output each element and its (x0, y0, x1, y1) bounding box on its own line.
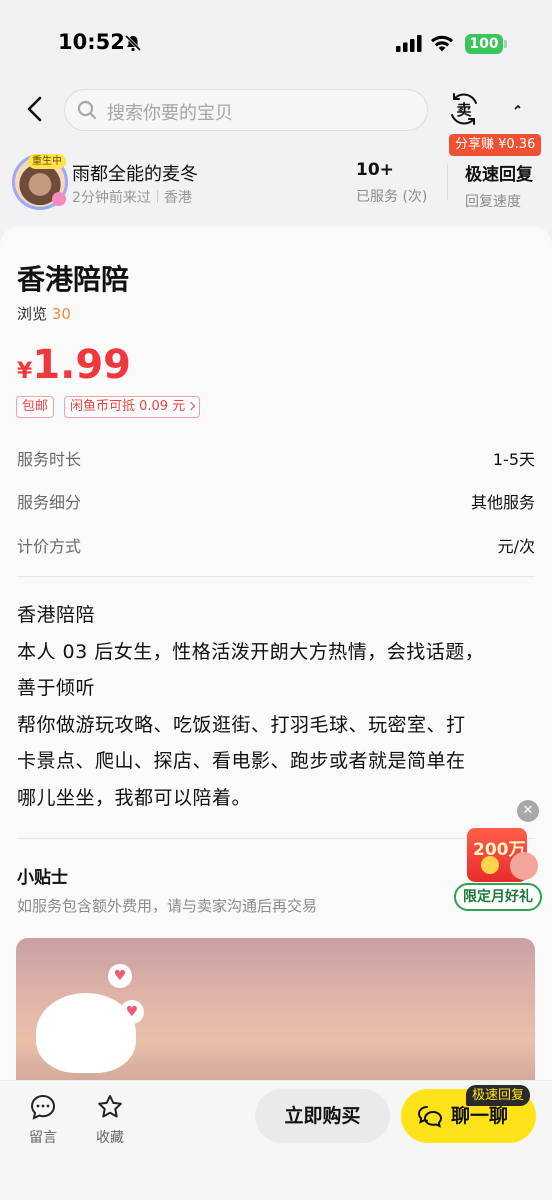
coin-deduction-tag[interactable]: 闲鱼币可抵 0.09 元 (64, 396, 201, 418)
buy-now-button[interactable]: 立即购买 (255, 1089, 390, 1143)
chevron-right-icon (186, 401, 196, 411)
attribute-value: 元/次 (497, 537, 535, 556)
description-line: 哪儿坐坐，我都可以陪着。 (17, 786, 252, 809)
reply-speed-label: 回复速度 (465, 194, 521, 210)
attribute-key: 计价方式 (17, 537, 82, 556)
star-icon (98, 1095, 122, 1118)
attribute-row: 服务细分 其他服务 (17, 489, 535, 513)
status-time: 10:52 (58, 30, 125, 54)
description-line: 帮你做游玩攻略、吃饭逛街、打羽毛球、玩密室、打 (17, 713, 466, 736)
description-line: 本人 03 后女生，性格活泼开朗大方热情，会找话题， (17, 640, 485, 663)
served-count-value: 10+ (356, 160, 394, 180)
product-title: 香港陪陪 (17, 263, 130, 296)
status-bar: 10:52 100 (0, 0, 552, 90)
reply-speed-value: 极速回复 (465, 165, 533, 185)
views-count: 浏览 30 (17, 303, 71, 324)
description-line: 香港陪陪 (17, 604, 96, 626)
product-price: ¥1.99 (17, 342, 131, 388)
attribute-key: 服务细分 (17, 493, 82, 512)
coin-icon (481, 856, 499, 874)
heart-icon: ♥ (120, 1000, 144, 1024)
wifi-icon (431, 35, 453, 52)
served-count-stat: 10+ 已服务 (次) (356, 160, 427, 206)
tips-text: 如服务包含额外费用，请与卖家沟通后再交易 (17, 897, 318, 915)
search-icon (77, 100, 97, 120)
attribute-row: 计价方式 元/次 (17, 533, 535, 557)
seller-location: 香港 (163, 190, 192, 206)
views-number: 30 (51, 305, 71, 323)
seller-name[interactable]: 雨都全能的麦冬 (72, 160, 198, 186)
comment-icon (30, 1094, 56, 1120)
chat-icon (417, 1106, 443, 1128)
meta-divider (156, 190, 158, 203)
section-divider (17, 576, 535, 577)
stat-divider (447, 164, 448, 200)
more-icon[interactable] (512, 100, 524, 112)
attribute-row: 服务时长 1-5天 (17, 446, 535, 470)
attribute-value: 1-5天 (492, 450, 535, 469)
avatar-status-badge: 重生中 (28, 154, 66, 169)
promo-label[interactable]: 限定月好礼 (454, 883, 542, 911)
views-label: 浏览 (17, 305, 48, 323)
price-amount: 1.99 (32, 342, 132, 388)
bell-muted-icon (124, 34, 142, 52)
reply-speed-stat: 极速回复 回复速度 (465, 160, 533, 211)
favorite-button[interactable]: 收藏 (85, 1093, 135, 1147)
back-button[interactable] (22, 94, 48, 124)
served-count-label: 已服务 (次) (356, 189, 428, 205)
price-currency: ¥ (17, 359, 33, 384)
battery-indicator: 100 (465, 34, 507, 54)
mascot-icon (510, 852, 538, 880)
heart-icon: ♥ (108, 964, 132, 988)
seller-last-seen: 2分钟前来过 (72, 190, 151, 206)
comment-button[interactable]: 留言 (18, 1093, 68, 1147)
svg-text:卖: 卖 (456, 101, 471, 119)
fast-reply-badge: 极速回复 (466, 1085, 531, 1106)
promo-close-icon[interactable]: ✕ (517, 800, 539, 822)
seller-meta: 2分钟前来过 香港 (72, 187, 192, 207)
search-input[interactable]: 搜索你要的宝贝 (64, 89, 428, 131)
cellular-signal-icon (396, 35, 422, 52)
free-shipping-tag: 包邮 (16, 396, 55, 418)
tips-title: 小贴士 (17, 868, 68, 888)
favorite-label: 收藏 (96, 1130, 124, 1146)
coin-deduction-label: 闲鱼币可抵 0.09 元 (70, 399, 186, 414)
avatar-decoration-icon (52, 192, 66, 206)
section-divider (17, 838, 535, 839)
sell-icon[interactable]: 卖 (446, 91, 482, 127)
description-line: 善于倾听 (17, 677, 96, 699)
comment-label: 留言 (29, 1130, 57, 1146)
share-earn-badge[interactable]: 分享赚 ¥0.36 (449, 134, 542, 156)
attribute-value: 其他服务 (470, 493, 535, 512)
search-placeholder: 搜索你要的宝贝 (107, 103, 233, 124)
product-description: 香港陪陪 本人 03 后女生，性格活泼开朗大方热情，会找话题， 善于倾听 帮你做… (17, 597, 535, 816)
attribute-key: 服务时长 (17, 450, 82, 469)
description-line: 卡景点、爬山、探店、看电影、跑步或者就是简单在 (17, 750, 466, 772)
